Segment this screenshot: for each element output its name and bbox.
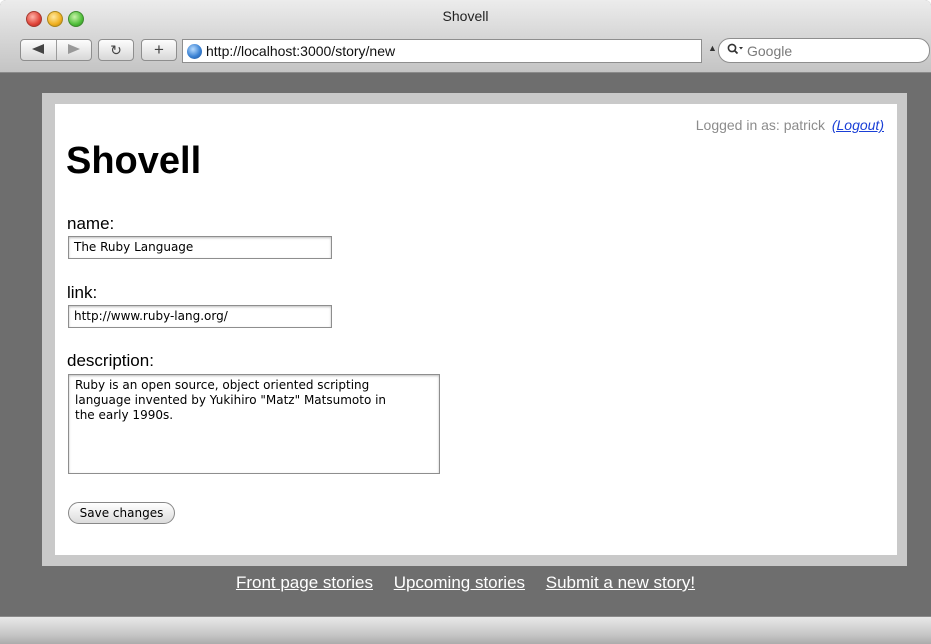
search-placeholder: Google xyxy=(747,42,793,59)
status-bar xyxy=(0,616,931,644)
link-field[interactable]: http://www.ruby-lang.org/ xyxy=(68,305,332,328)
back-arrow-icon[interactable] xyxy=(21,43,56,57)
footer-nav: Front page stories Upcoming stories Subm… xyxy=(0,573,931,593)
logout-link[interactable]: (Logout) xyxy=(832,117,884,133)
footer-link-submit[interactable]: Submit a new story! xyxy=(546,573,695,592)
url-text[interactable]: http://localhost:3000/story/new xyxy=(206,43,395,59)
globe-icon xyxy=(187,43,202,59)
plus-icon: + xyxy=(154,40,164,59)
back-forward-buttons xyxy=(20,39,92,61)
resize-caret-icon: ▲ xyxy=(708,43,717,53)
save-button[interactable]: Save changes xyxy=(68,502,175,524)
login-status: Logged in as: patrick (Logout) xyxy=(696,117,884,133)
description-textarea[interactable]: Ruby is an open source, object oriented … xyxy=(68,374,440,474)
reload-button[interactable]: ↻ xyxy=(98,39,134,61)
forward-arrow-icon[interactable] xyxy=(57,43,92,57)
search-input[interactable]: Google xyxy=(718,38,930,63)
login-text: Logged in as: patrick xyxy=(695,117,825,133)
add-bookmark-button[interactable]: + xyxy=(141,39,177,61)
footer-link-front-page[interactable]: Front page stories xyxy=(236,573,373,592)
address-bar[interactable]: http://localhost:3000/story/new xyxy=(182,39,702,63)
link-label: link: xyxy=(67,283,98,302)
page-title: Shovell xyxy=(66,140,202,182)
browser-window: Shovell ↻ + http://localhost:3000/story/… xyxy=(0,0,931,644)
search-icon[interactable] xyxy=(727,43,743,58)
title-bar: Shovell ↻ + http://localhost:3000/story/… xyxy=(0,0,931,73)
reload-icon: ↻ xyxy=(110,41,122,58)
window-title: Shovell xyxy=(442,8,489,24)
page-content: Logged in as: patrick (Logout) Shovell n… xyxy=(55,104,897,555)
name-field[interactable]: The Ruby Language xyxy=(68,236,332,259)
name-label: name: xyxy=(67,214,115,233)
footer-link-upcoming[interactable]: Upcoming stories xyxy=(394,573,525,592)
description-label: description: xyxy=(67,351,154,370)
